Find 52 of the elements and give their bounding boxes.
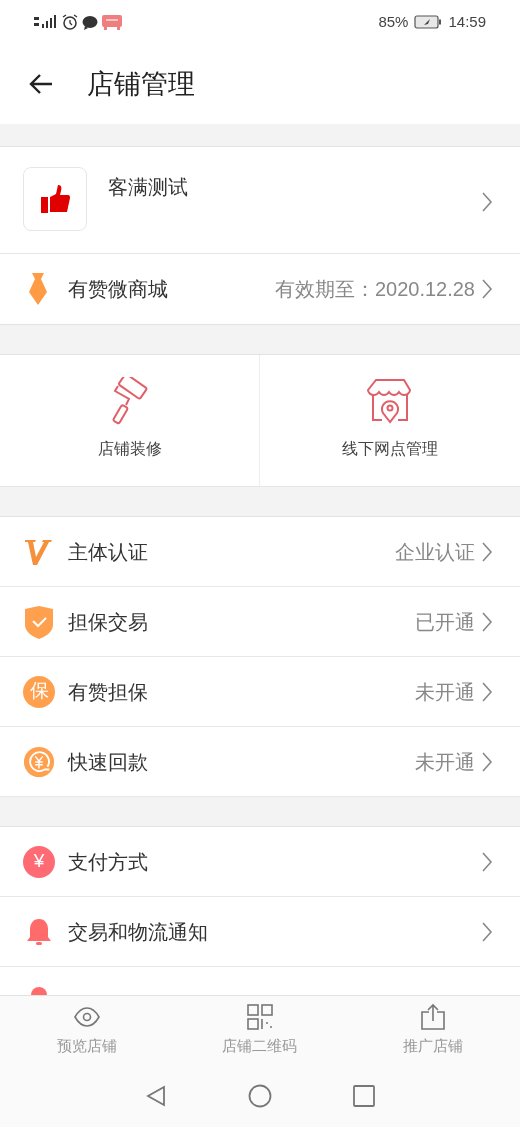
icon-badge: ¥ <box>23 845 55 878</box>
nav-home-icon[interactable] <box>248 1084 272 1108</box>
chevron-icon <box>481 920 493 943</box>
bell-icon <box>24 916 54 947</box>
share-icon <box>419 1003 448 1032</box>
qr-code-icon <box>246 1003 274 1032</box>
row-label: 支付方式 <box>68 849 149 875</box>
settings-row[interactable]: ¥ 支付方式 <box>0 827 520 897</box>
row-label: 有赞担保 <box>68 679 149 705</box>
chevron-icon <box>481 850 493 873</box>
chevron-icon <box>481 278 493 300</box>
page-title: 店铺管理 <box>87 67 195 101</box>
row-label: 快速回款 <box>68 749 149 775</box>
settings-row[interactable]: 担保交易 已开通 <box>0 587 520 657</box>
settings-row[interactable]: 保 有赞担保 未开通 <box>0 657 520 727</box>
row-value: 已开通 <box>415 609 475 635</box>
row-value: 企业认证 <box>395 539 475 565</box>
chevron-icon <box>481 750 493 773</box>
refund-icon <box>23 744 55 779</box>
battery-percent: 85% <box>378 11 409 32</box>
row-value: 未开通 <box>415 749 475 775</box>
settings-row[interactable]: 交易和物流通知 <box>0 897 520 967</box>
nav-recents-icon[interactable] <box>352 1084 376 1108</box>
thumbs-up-icon <box>39 183 71 215</box>
app-icon <box>102 14 122 30</box>
row-value: 未开通 <box>415 679 475 705</box>
alarm-icon <box>62 14 78 30</box>
back-icon[interactable] <box>28 73 54 95</box>
row-value: 有效期至：2020.12.28 <box>274 277 475 302</box>
row-label: 交易和物流通知 <box>68 919 209 945</box>
chevron-icon <box>481 610 493 633</box>
signal-icon <box>34 15 58 29</box>
row-label: 有赞微商城 <box>68 277 169 302</box>
chevron-icon <box>481 191 493 213</box>
row-label: 主体认证 <box>68 539 149 565</box>
tie-icon <box>27 273 49 305</box>
tool-tile[interactable]: 线下网点管理 <box>260 355 520 486</box>
nav-back-icon[interactable] <box>144 1084 168 1108</box>
shop-name: 客满测试 <box>108 175 189 200</box>
clock-time: 14:59 <box>448 11 486 32</box>
settings-row[interactable]: 主体认证 企业认证 <box>0 517 520 587</box>
shield-check-icon <box>24 604 54 639</box>
tool-tile[interactable]: 店铺装修 <box>0 355 260 486</box>
battery-icon <box>414 15 443 29</box>
chevron-icon <box>481 540 493 563</box>
row-label: 担保交易 <box>68 609 149 635</box>
tool-label: 线下网点管理 <box>342 439 438 459</box>
icon-badge: 保 <box>23 675 55 708</box>
chat-icon <box>82 14 98 30</box>
tool-label: 店铺装修 <box>97 439 162 459</box>
store-icon <box>366 377 414 425</box>
chevron-icon <box>481 680 493 703</box>
